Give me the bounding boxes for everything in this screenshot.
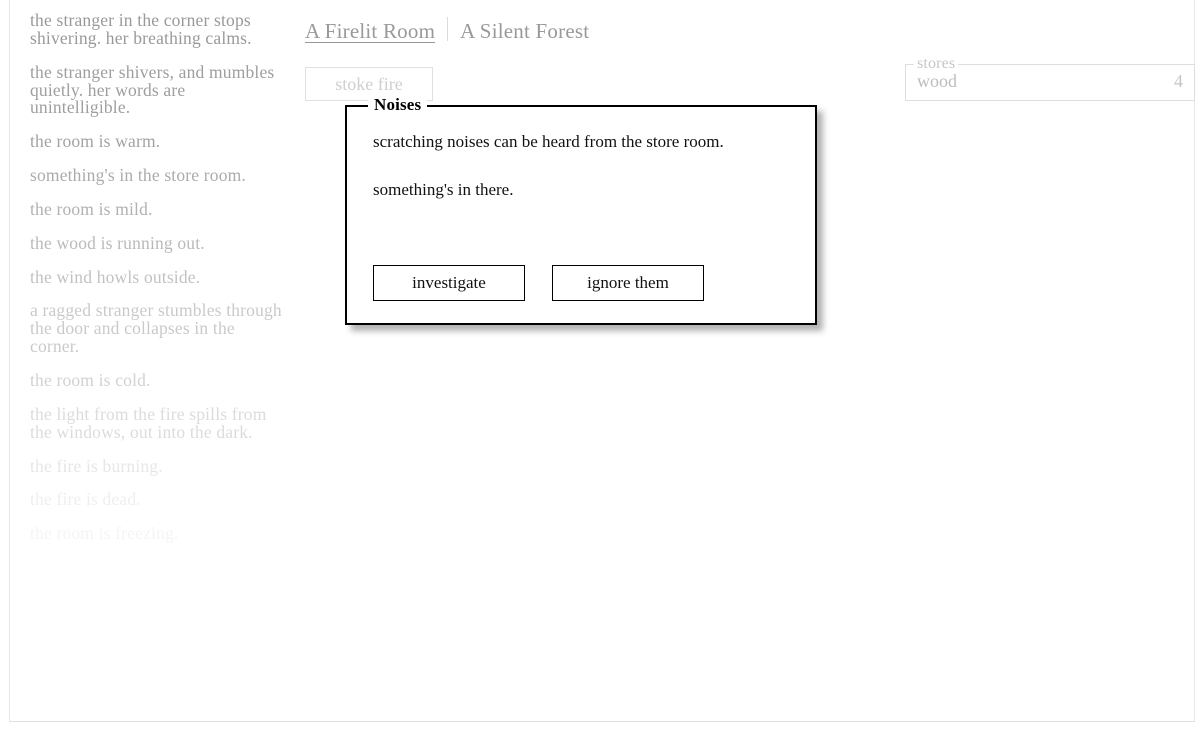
stores-rows: wood 4 <box>917 71 1183 93</box>
store-name: wood <box>917 71 957 91</box>
store-row: wood 4 <box>917 71 1183 93</box>
notification-item: the stranger shivers, and mumbles quietl… <box>30 61 275 118</box>
investigate-button[interactable]: investigate <box>373 265 525 301</box>
notification-item: the wood is running out. <box>30 232 205 253</box>
notification-item: the room is warm. <box>30 131 161 152</box>
app-root: the stranger in the corner stops shiveri… <box>0 0 1203 730</box>
tab-a-silent-forest[interactable]: A Silent Forest <box>460 19 599 45</box>
event-paragraph: scratching noises can be heard from the … <box>373 132 724 151</box>
notification-item: the stranger in the corner stops shiveri… <box>30 10 252 48</box>
tab-a-firelit-room[interactable]: A Firelit Room <box>305 19 445 45</box>
notification-item: the wind howls outside. <box>30 266 201 287</box>
event-dialog-title: Noises <box>368 96 428 113</box>
notification-item: the room is mild. <box>30 198 153 219</box>
notification-item: the light from the fire spills from the … <box>30 403 267 442</box>
store-value: 4 <box>1174 71 1183 91</box>
event-dialog-buttons: investigate ignore them <box>373 265 704 301</box>
notification-item: the room is freezing. <box>30 523 179 544</box>
notification-item: a ragged stranger stumbles through the d… <box>30 300 282 357</box>
stores-legend: stores <box>914 55 959 73</box>
header-divider <box>447 17 449 41</box>
ignore-them-button[interactable]: ignore them <box>552 265 704 301</box>
event-dialog: Noises scratching noises can be heard fr… <box>345 96 817 325</box>
stores-panel: stores wood 4 <box>905 55 1195 101</box>
notification-item: something's in the store room. <box>30 165 246 186</box>
header-tabs: A Firelit Room A Silent Forest <box>305 14 599 45</box>
notification-item: the room is cold. <box>30 369 151 390</box>
notification-item: the fire is dead. <box>30 489 141 510</box>
event-dialog-body: scratching noises can be heard from the … <box>347 107 815 199</box>
notification-item: the fire is burning. <box>30 455 163 476</box>
event-paragraph: something's in there. <box>373 179 514 199</box>
notification-log: the stranger in the corner stops shiveri… <box>30 10 282 559</box>
